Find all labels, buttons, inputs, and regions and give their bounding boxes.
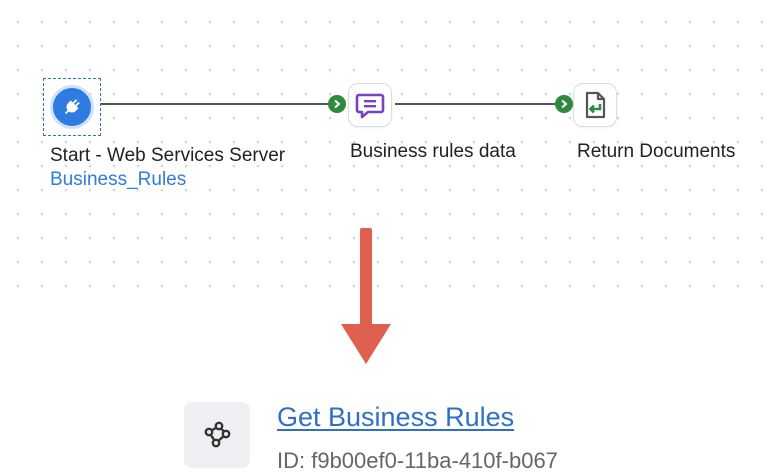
return-documents-node[interactable] — [573, 83, 617, 127]
business-rules-data-node[interactable] — [348, 83, 392, 127]
start-node-label: Start - Web Services Server — [50, 145, 286, 166]
start-node-sublabel[interactable]: Business_Rules — [50, 169, 186, 191]
return-document-icon — [585, 91, 606, 119]
message-icon — [355, 93, 385, 119]
output-port[interactable] — [328, 95, 346, 113]
process-title-link[interactable]: Get Business Rules — [277, 402, 514, 433]
process-canvas[interactable]: Start - Web Services Server Business_Rul… — [0, 0, 775, 300]
process-graph-icon — [184, 402, 250, 468]
connector-line — [395, 103, 555, 105]
connector-line — [101, 103, 329, 105]
output-port[interactable] — [555, 95, 573, 113]
business-rules-data-label: Business rules data — [350, 141, 516, 162]
start-node[interactable] — [43, 78, 101, 136]
return-documents-label: Return Documents — [577, 141, 736, 162]
process-id: ID: f9b00ef0-11ba-410f-b067 — [277, 448, 558, 473]
plug-icon — [50, 85, 94, 129]
